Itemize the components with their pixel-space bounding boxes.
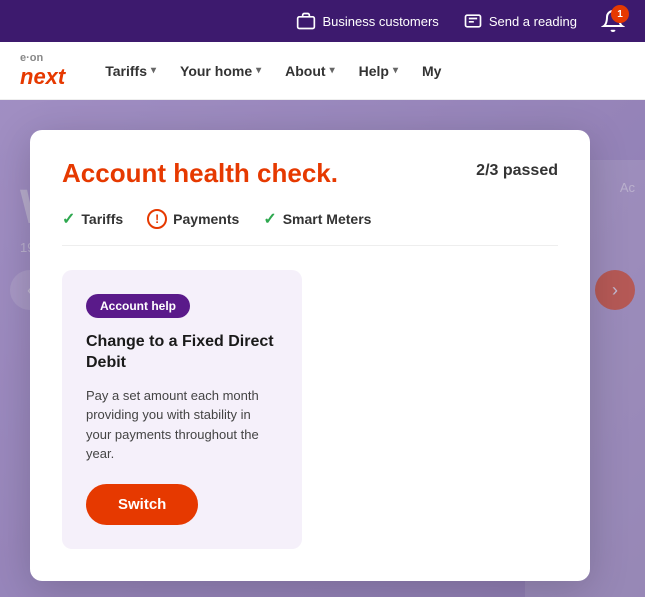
switch-button[interactable]: Switch: [86, 484, 198, 525]
nav-my[interactable]: My: [412, 55, 451, 87]
logo-next: next: [20, 64, 65, 90]
modal-passed: 2/3 passed: [476, 162, 558, 180]
check-smart-meters-pass-icon: ✓: [263, 209, 276, 229]
account-help-card: Account help Change to a Fixed Direct De…: [62, 270, 302, 549]
modal-header: Account health check. 2/3 passed: [62, 158, 558, 189]
check-smart-meters-label: Smart Meters: [283, 211, 372, 227]
nav-tariffs[interactable]: Tariffs ▾: [95, 55, 166, 87]
your-home-chevron-icon: ▾: [256, 65, 261, 76]
logo[interactable]: e·on next: [20, 52, 65, 90]
check-payments-label: Payments: [173, 211, 239, 227]
check-payments: ! Payments: [147, 209, 239, 229]
account-health-check-modal: Account health check. 2/3 passed ✓ Tarif…: [30, 130, 590, 581]
nav-help[interactable]: Help ▾: [349, 55, 408, 87]
send-reading-label: Send a reading: [489, 14, 577, 29]
notification-count: 1: [611, 5, 629, 23]
card-tag: Account help: [86, 294, 190, 318]
briefcase-icon: [296, 11, 316, 31]
check-tariffs-label: Tariffs: [81, 211, 123, 227]
card-title: Change to a Fixed Direct Debit: [86, 332, 278, 374]
notifications-button[interactable]: 1: [601, 9, 625, 33]
modal-checks: ✓ Tariffs ! Payments ✓ Smart Meters: [62, 209, 558, 246]
top-bar: Business customers Send a reading 1: [0, 0, 645, 42]
nav-about[interactable]: About ▾: [275, 55, 344, 87]
modal-title: Account health check.: [62, 158, 338, 189]
nav-items: Tariffs ▾ Your home ▾ About ▾ Help ▾ My: [95, 55, 625, 87]
main-nav: e·on next Tariffs ▾ Your home ▾ About ▾ …: [0, 42, 645, 100]
logo-eon: e·on: [20, 52, 65, 64]
check-smart-meters: ✓ Smart Meters: [263, 209, 371, 229]
send-reading-link[interactable]: Send a reading: [463, 11, 577, 31]
meter-icon: [463, 11, 483, 31]
check-tariffs-pass-icon: ✓: [62, 209, 75, 229]
card-description: Pay a set amount each month providing yo…: [86, 386, 278, 464]
help-chevron-icon: ▾: [393, 65, 398, 76]
about-chevron-icon: ▾: [330, 65, 335, 76]
check-tariffs: ✓ Tariffs: [62, 209, 123, 229]
business-customers-label: Business customers: [322, 14, 438, 29]
nav-your-home[interactable]: Your home ▾: [170, 55, 271, 87]
check-payments-warn-icon: !: [147, 209, 167, 229]
tariffs-chevron-icon: ▾: [151, 65, 156, 76]
business-customers-link[interactable]: Business customers: [296, 11, 438, 31]
